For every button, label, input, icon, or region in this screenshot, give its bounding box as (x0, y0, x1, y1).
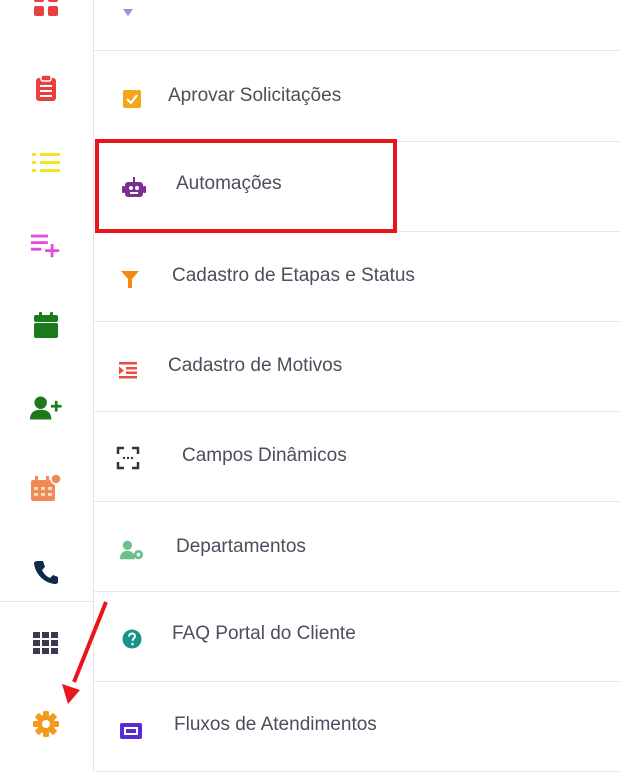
highlight-box-automacoes (95, 139, 397, 233)
menu-item-label: FAQ Portal do Cliente (172, 623, 356, 644)
user-plus-icon[interactable] (30, 392, 62, 424)
chevron-icon (123, 9, 133, 16)
filter-icon (118, 267, 142, 291)
menu-item-cadastro-motivos[interactable]: Cadastro de Motivos (94, 321, 620, 412)
menu-item-label: Departamentos (176, 536, 306, 557)
calendar-alert-icon[interactable] (30, 472, 62, 504)
menu-item-cadastro-etapas-status[interactable]: Cadastro de Etapas e Status (94, 231, 620, 322)
checkbox-icon (120, 87, 144, 111)
ticket-icon (119, 719, 143, 743)
menu-item-fluxos-atendimentos[interactable]: Fluxos de Atendimentos (94, 681, 620, 772)
settings-menu-panel: Aprovar Solicitações Automações Cadastro… (94, 0, 620, 772)
menu-item-departamentos[interactable]: Departamentos (94, 501, 620, 592)
annotation-arrow-icon (62, 601, 108, 704)
menu-item-faq-portal-cliente[interactable]: FAQ Portal do Cliente (94, 591, 620, 682)
focus-frame-icon (116, 446, 140, 470)
format-indent-icon (116, 358, 140, 382)
menu-item-partial[interactable] (94, 0, 620, 51)
menu-item-label: Aprovar Solicitações (168, 85, 342, 106)
phone-icon[interactable] (30, 556, 62, 588)
menu-item-label: Campos Dinâmicos (182, 445, 347, 466)
question-circle-icon (120, 627, 144, 651)
gear-icon[interactable] (30, 708, 62, 740)
menu-item-aprovar-solicitacoes[interactable]: Aprovar Solicitações (94, 51, 620, 142)
menu-item-campos-dinamicos[interactable]: Campos Dinâmicos (94, 411, 620, 502)
calendar-icon[interactable] (30, 309, 62, 341)
playlist-add-icon[interactable] (30, 229, 62, 261)
dashboard-icon[interactable] (30, 0, 62, 20)
clipboard-list-icon[interactable] (30, 72, 62, 104)
menu-item-label: Fluxos de Atendimentos (174, 714, 377, 735)
menu-item-label: Cadastro de Etapas e Status (172, 265, 415, 286)
users-gear-icon (120, 538, 144, 562)
list-icon[interactable] (30, 147, 62, 179)
menu-item-label: Cadastro de Motivos (168, 355, 343, 376)
